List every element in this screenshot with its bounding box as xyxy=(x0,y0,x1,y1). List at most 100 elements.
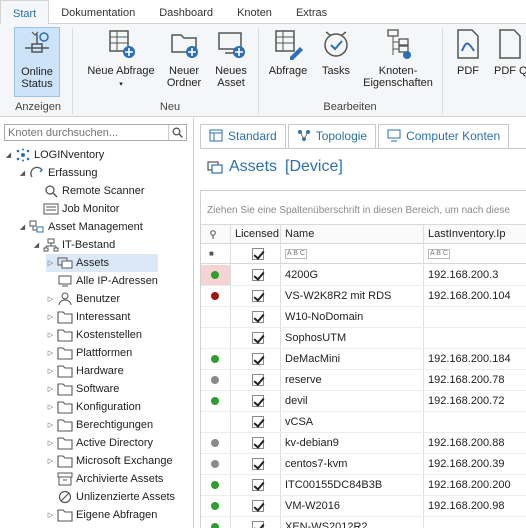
expand-toggle-icon[interactable]: ▷ xyxy=(46,367,55,375)
table-row[interactable]: devil 192.168.200.72 xyxy=(201,391,526,412)
online-status-button[interactable]: Online Status xyxy=(14,27,60,97)
neuer-ordner-button[interactable]: Neuer Ordner xyxy=(164,27,204,97)
tree-node[interactable]: ▷ Eigene Abfragen xyxy=(46,506,157,524)
table-row[interactable]: centos7-kvm 192.168.200.39 xyxy=(201,454,526,475)
table-row[interactable]: 4200G 192.168.200.3 xyxy=(201,265,526,286)
tree-node[interactable]: Alle IP-Adressen xyxy=(46,272,158,290)
expand-toggle-icon[interactable]: ▷ xyxy=(46,259,55,267)
tree-node[interactable]: ▷ Benutzer xyxy=(46,290,120,308)
tree-node[interactable]: Job Monitor xyxy=(32,200,119,218)
ribbon: Online Status Anzeigen Neue Abfrage ▾ Ne… xyxy=(0,24,526,117)
collapse-toggle-icon[interactable]: ◢ xyxy=(32,241,41,249)
expand-toggle-icon[interactable]: ▷ xyxy=(46,511,55,519)
expand-toggle-icon[interactable]: ▷ xyxy=(46,421,55,429)
pdf-q-button[interactable]: PDF Q xyxy=(494,27,526,97)
text-filter-icon[interactable]: A B C xyxy=(428,248,450,259)
ip-column-header[interactable]: LastInventory.Ip xyxy=(424,225,526,243)
tree-node[interactable]: Unlizenzierte Assets xyxy=(46,488,175,506)
tab-dokumentation[interactable]: Dokumentation xyxy=(49,0,147,24)
neues-asset-button[interactable]: Neues Asset xyxy=(210,27,252,97)
table-row[interactable]: kv-debian9 192.168.200.88 xyxy=(201,433,526,454)
abfrage-label: Abfrage xyxy=(268,65,308,77)
name-column-header[interactable]: Name xyxy=(281,225,424,243)
tree-node[interactable]: ▷ Konfiguration xyxy=(46,398,141,416)
content-panel: Standard Topologie Computer Konten Asset… xyxy=(195,118,526,528)
filter-toggle-icon[interactable]: ■ xyxy=(209,249,214,258)
table-row[interactable]: VS-W2K8R2 mit RDS 192.168.200.104 xyxy=(201,286,526,307)
table-row[interactable]: vCSA xyxy=(201,412,526,433)
tree-node[interactable]: ▷ Kostenstellen xyxy=(46,326,142,344)
group-panel-hint[interactable]: Ziehen Sie eine Spaltenüberschrift in di… xyxy=(207,205,510,216)
tree-node[interactable]: ◢ Asset Management xyxy=(18,218,143,236)
tree-node[interactable]: ▷ Active Directory xyxy=(46,434,153,452)
table-row[interactable]: ITC00155DC84B3B 192.168.200.200 xyxy=(201,475,526,496)
expand-toggle-icon[interactable]: ▷ xyxy=(46,385,55,393)
abfrage-button[interactable]: Abfrage xyxy=(266,27,310,97)
folder-icon xyxy=(57,454,73,468)
expand-toggle-icon[interactable]: ▷ xyxy=(46,457,55,465)
licensed-checkbox[interactable] xyxy=(252,521,264,528)
folder-icon xyxy=(57,310,73,324)
navigation-panel: ◢ LOGINventory ◢ Erfassung Remote Scanner Job… xyxy=(0,118,194,528)
tree-node[interactable]: ▷ Microsoft Exchange xyxy=(46,452,173,470)
computer-icon xyxy=(387,129,401,142)
tree-node[interactable]: ▷ Software xyxy=(46,380,119,398)
licensed-checkbox[interactable] xyxy=(252,269,264,281)
search-icon[interactable] xyxy=(168,125,186,140)
licensed-checkbox[interactable] xyxy=(252,374,264,386)
licensed-checkbox[interactable] xyxy=(252,458,264,470)
text-filter-icon[interactable]: A B C xyxy=(285,248,307,259)
tree-node[interactable]: ◢ Erfassung xyxy=(18,164,98,182)
licensed-checkbox[interactable] xyxy=(252,290,264,302)
expand-toggle-icon[interactable]: ▷ xyxy=(46,349,55,357)
tab-knoten[interactable]: Knoten xyxy=(225,0,284,24)
expand-toggle-icon[interactable]: ▷ xyxy=(46,313,55,321)
licensed-checkbox[interactable] xyxy=(252,311,264,323)
tree-node[interactable]: ▷ Assets xyxy=(46,254,158,272)
tree-node[interactable]: ▷ Hardware xyxy=(46,362,124,380)
table-row[interactable]: reserve 192.168.200.78 xyxy=(201,370,526,391)
tree-node[interactable]: Archivierte Assets xyxy=(46,470,163,488)
table-row[interactable]: VM-W2016 192.168.200.98 xyxy=(201,496,526,517)
table-row[interactable]: SophosUTM xyxy=(201,328,526,349)
tree-node[interactable]: ▷ Interessant xyxy=(46,308,130,326)
tab-standard[interactable]: Standard xyxy=(200,124,286,149)
ip-address-cell xyxy=(424,412,526,432)
expand-toggle-icon[interactable]: ▷ xyxy=(46,295,55,303)
licensed-checkbox[interactable] xyxy=(252,353,264,365)
tree-node[interactable]: ▷ Plattformen xyxy=(46,344,132,362)
node-search-input[interactable] xyxy=(4,124,187,141)
licensed-checkbox[interactable] xyxy=(252,479,264,491)
tree-node[interactable]: ▷ Berechtigungen xyxy=(46,416,153,434)
table-row[interactable]: XEN-WS2012R2 xyxy=(201,517,526,528)
collapse-toggle-icon[interactable]: ◢ xyxy=(18,223,27,231)
licensed-checkbox[interactable] xyxy=(252,500,264,512)
tree-node[interactable]: ◢ IT-Bestand xyxy=(32,236,115,254)
expand-toggle-icon[interactable]: ▷ xyxy=(46,439,55,447)
tab-start[interactable]: Start xyxy=(0,0,50,25)
licensed-checkbox[interactable] xyxy=(252,395,264,407)
tab-extras[interactable]: Extras xyxy=(284,0,339,24)
licensed-checkbox[interactable] xyxy=(252,416,264,428)
pin-column-header[interactable] xyxy=(201,225,231,243)
tab-dashboard[interactable]: Dashboard xyxy=(147,0,225,24)
tree-node[interactable]: ◢ LOGINventory xyxy=(4,146,104,164)
licensed-checkbox[interactable] xyxy=(252,332,264,344)
table-row[interactable]: W10-NoDomain xyxy=(201,307,526,328)
licensed-column-header[interactable]: Licensed xyxy=(231,225,281,243)
collapse-toggle-icon[interactable]: ◢ xyxy=(18,169,27,177)
table-row[interactable]: DeMacMini 192.168.200.184 xyxy=(201,349,526,370)
expand-toggle-icon[interactable]: ▷ xyxy=(46,403,55,411)
tree-node[interactable]: Remote Scanner xyxy=(32,182,145,200)
licensed-checkbox[interactable] xyxy=(252,437,264,449)
tab-topologie[interactable]: Topologie xyxy=(287,124,377,148)
pdf-button[interactable]: PDF xyxy=(450,27,486,97)
collapse-toggle-icon[interactable]: ◢ xyxy=(4,151,13,159)
expand-toggle-icon[interactable]: ▷ xyxy=(46,331,55,339)
neue-abfrage-button[interactable]: Neue Abfrage ▾ xyxy=(84,27,158,97)
tab-computer-konten[interactable]: Computer Konten xyxy=(378,124,510,148)
tree-node-label: Erfassung xyxy=(48,167,98,179)
licensed-filter-checkbox[interactable] xyxy=(252,247,264,260)
tasks-button[interactable]: Tasks xyxy=(316,27,356,97)
knoten-eigenschaften-button[interactable]: Knoten- Eigenschaften xyxy=(362,27,434,97)
